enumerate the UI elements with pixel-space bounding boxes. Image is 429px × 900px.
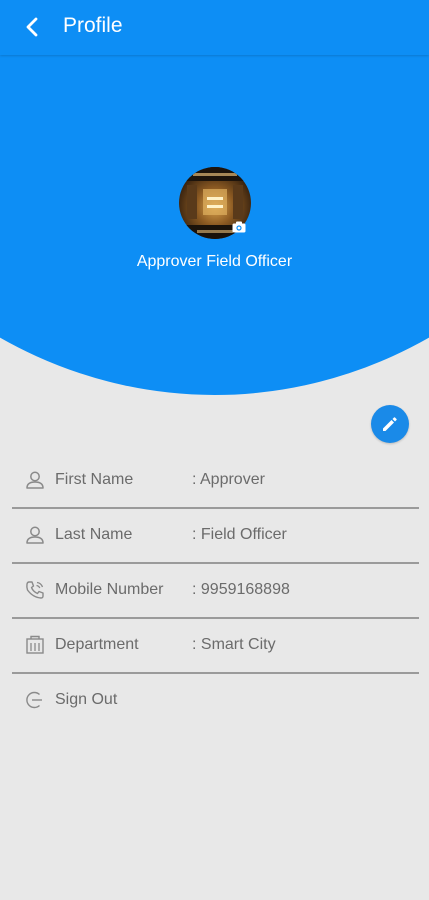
detail-value: : Smart City	[192, 636, 276, 653]
phone-icon	[26, 581, 44, 599]
detail-row-first-name: First Name : Approver	[12, 454, 419, 508]
change-photo-button[interactable]	[228, 216, 250, 238]
person-icon	[26, 471, 44, 489]
detail-value: : Approver	[192, 471, 265, 488]
detail-row-last-name: Last Name : Field Officer	[12, 509, 419, 563]
pencil-icon	[383, 417, 397, 431]
detail-value: : Field Officer	[192, 526, 287, 543]
detail-label: Department	[55, 636, 139, 653]
back-button[interactable]	[18, 12, 46, 42]
detail-row-mobile-number: Mobile Number : 9959168898	[12, 564, 419, 618]
camera-icon	[232, 221, 246, 233]
edit-profile-button[interactable]	[371, 405, 409, 443]
detail-label: Last Name	[55, 526, 133, 543]
profile-name: Approver Field Officer	[136, 253, 293, 270]
avatar-container	[179, 167, 251, 239]
logout-icon	[26, 691, 42, 709]
detail-value: : 9959168898	[192, 581, 290, 598]
detail-row-department: Department : Smart City	[12, 619, 419, 673]
page-title: Profile	[63, 14, 123, 37]
detail-label: Mobile Number	[55, 581, 164, 598]
app-bar: Profile	[0, 0, 429, 55]
sign-out-label: Sign Out	[55, 691, 118, 708]
arrow-back-icon	[26, 17, 38, 37]
profile-header: Approver Field Officer	[0, 0, 429, 395]
detail-label: First Name	[55, 471, 134, 488]
building-icon	[26, 635, 44, 654]
sign-out-button[interactable]: Sign Out	[12, 674, 419, 728]
person-icon	[26, 526, 44, 544]
